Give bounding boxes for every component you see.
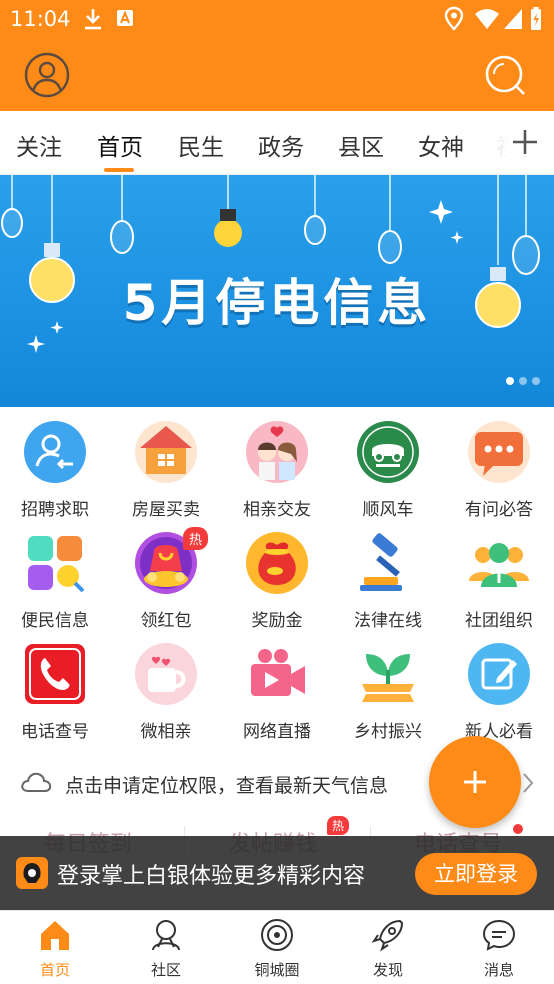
grid-item-carpool[interactable]: 顺风车 xyxy=(333,420,443,530)
nav-label: 发现 xyxy=(372,961,403,979)
nav-label: 消息 xyxy=(483,961,514,979)
grid-item-red-envelope[interactable]: 热 领红包 xyxy=(111,527,221,641)
grid-label: 奖励金 xyxy=(251,611,303,631)
grid-label: 法律在线 xyxy=(354,611,422,631)
grid-label: 社团组织 xyxy=(465,611,533,631)
login-prompt-text: 登录掌上白银体验更多精彩内容 xyxy=(57,864,366,889)
grid-item-house[interactable]: 房屋买卖 xyxy=(111,420,221,530)
tab-government[interactable]: 政务 xyxy=(258,128,304,162)
grid-label: 便民信息 xyxy=(21,611,89,631)
nav-discover[interactable]: 发现 xyxy=(333,911,443,984)
tab-goddess[interactable]: 女神 xyxy=(418,128,464,162)
edit-note-icon xyxy=(468,643,530,705)
app-header xyxy=(0,38,554,111)
banner-dot-active xyxy=(506,377,514,385)
grid-label: 招聘求职 xyxy=(21,500,89,520)
grid-label: 顺风车 xyxy=(362,500,414,520)
group-icon xyxy=(469,543,529,587)
grid-item-phone[interactable]: 电话查号 xyxy=(0,642,110,752)
grid-item-dating[interactable]: 相亲交友 xyxy=(222,420,332,530)
grid-label: 房屋买卖 xyxy=(132,500,200,520)
wifi-icon xyxy=(475,9,499,29)
grid-item-newcomer[interactable]: 新人必看 xyxy=(444,642,554,752)
home-icon xyxy=(41,921,69,950)
plus-icon xyxy=(464,771,486,793)
qa-icon xyxy=(468,421,530,483)
status-bar: 11:04 xyxy=(0,0,554,38)
grid-item-mini-dating[interactable]: 微相亲 xyxy=(111,642,221,752)
nav-label: 铜城圈 xyxy=(254,961,300,979)
grid-item-convenience[interactable]: 便民信息 xyxy=(0,531,110,641)
house-icon xyxy=(135,421,197,483)
signal-icon xyxy=(504,9,522,29)
video-camera-icon xyxy=(251,649,305,696)
login-prompt-bar: 登录掌上白银体验更多精彩内容 立即登录 xyxy=(0,836,554,910)
search-icon[interactable] xyxy=(482,52,528,98)
grid-item-qa[interactable]: 有问必答 xyxy=(444,420,554,530)
dating-icon xyxy=(246,421,308,483)
weather-text: 点击申请定位权限，查看最新天气信息 xyxy=(65,775,389,797)
tab-home[interactable]: 首页 xyxy=(97,128,143,162)
cup-heart-icon xyxy=(135,643,197,705)
nav-messages[interactable]: 消息 xyxy=(444,911,554,984)
grid-item-recruit[interactable]: 招聘求职 xyxy=(0,420,110,530)
create-post-button[interactable] xyxy=(429,736,521,828)
nav-label: 社区 xyxy=(150,961,181,979)
grid-label: 有问必答 xyxy=(465,500,533,520)
battery-icon xyxy=(531,7,541,30)
tab-county[interactable]: 县区 xyxy=(338,128,384,162)
hot-badge: 热 xyxy=(327,816,350,835)
grid-item-reward[interactable]: 奖励金 xyxy=(222,531,332,641)
circle-icon xyxy=(261,919,293,951)
location-icon xyxy=(444,6,464,31)
carpool-icon xyxy=(357,421,419,483)
phone-icon xyxy=(25,644,85,704)
chevron-right-icon xyxy=(523,773,534,793)
grid-label: 乡村振兴 xyxy=(354,722,422,742)
app-notification-icon xyxy=(117,10,133,26)
app-logo-icon xyxy=(16,857,48,889)
banner-title: 5月停电信息 xyxy=(122,274,432,332)
grid-item-groups[interactable]: 社团组织 xyxy=(444,531,554,641)
grid-item-law[interactable]: 法律在线 xyxy=(333,531,443,641)
grid-label: 电话查号 xyxy=(21,722,89,742)
banner-dot xyxy=(519,377,527,385)
grid-label: 相亲交友 xyxy=(243,500,311,520)
grid-item-rural[interactable]: 乡村振兴 xyxy=(333,642,443,752)
category-tabs: 关注 首页 民生 政务 县区 女神 视 xyxy=(0,111,554,175)
recruit-icon xyxy=(24,421,86,483)
nav-community[interactable]: 社区 xyxy=(111,911,221,984)
tab-livelihood[interactable]: 民生 xyxy=(178,128,224,162)
grid-label: 领红包 xyxy=(140,611,192,631)
rocket-icon xyxy=(371,919,404,952)
cloud-icon xyxy=(21,772,52,792)
status-time: 11:04 xyxy=(10,7,71,31)
notification-dot xyxy=(513,824,523,834)
banner-carousel[interactable]: 5月停电信息 xyxy=(0,175,554,407)
grid-label: 微相亲 xyxy=(140,722,192,742)
user-avatar-icon[interactable] xyxy=(24,52,70,98)
sprout-icon xyxy=(362,654,414,702)
tab-follow[interactable]: 关注 xyxy=(16,128,62,162)
grid-item-live[interactable]: 网络直播 xyxy=(222,642,332,752)
gavel-icon xyxy=(360,533,402,591)
nav-home[interactable]: 首页 xyxy=(0,911,110,984)
login-button[interactable]: 立即登录 xyxy=(415,853,537,895)
reward-bag-icon xyxy=(246,532,308,594)
add-channel-icon[interactable] xyxy=(508,123,542,161)
bottom-navigation: 首页 社区 铜城圈 发现 消息 xyxy=(0,910,554,984)
hot-badge: 热 xyxy=(183,527,209,550)
message-icon xyxy=(482,919,516,951)
info-grid-icon xyxy=(28,536,85,593)
download-icon xyxy=(85,9,101,30)
tab-active-indicator xyxy=(104,168,134,172)
nav-label: 首页 xyxy=(39,961,70,979)
nav-circle[interactable]: 铜城圈 xyxy=(222,911,332,984)
banner-dot xyxy=(532,377,540,385)
grid-label: 网络直播 xyxy=(243,722,311,742)
community-icon xyxy=(152,920,180,951)
